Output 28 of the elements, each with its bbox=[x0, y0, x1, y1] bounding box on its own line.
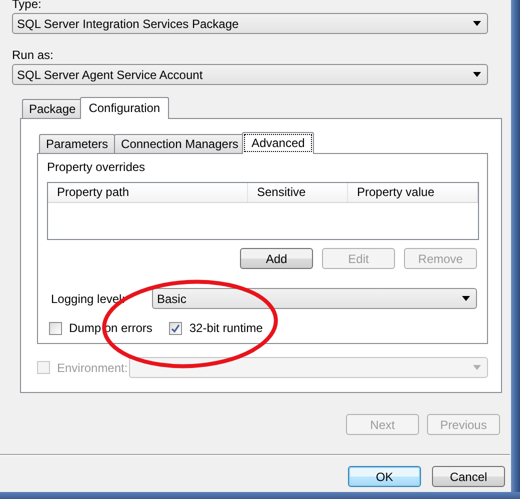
field-label: Run as: bbox=[12, 48, 54, 62]
tab[interactable]: Package bbox=[22, 99, 83, 118]
type-dropdown[interactable]: SQL Server Integration Services Package bbox=[12, 13, 488, 34]
column-header[interactable]: Sensitive bbox=[248, 183, 348, 202]
logging-level-dropdown[interactable]: Basic bbox=[152, 288, 477, 309]
dropdown-arrow-icon bbox=[473, 72, 481, 77]
section-label: Property overrides bbox=[47, 160, 146, 174]
tab[interactable]: Configuration bbox=[80, 97, 170, 119]
dropdown-arrow-icon bbox=[473, 21, 481, 26]
run-as-dropdown[interactable]: SQL Server Agent Service Account bbox=[12, 64, 488, 85]
property-list[interactable]: Property path Sensitive Property value bbox=[47, 182, 479, 240]
list-button[interactable]: Add bbox=[240, 248, 313, 269]
tab[interactable]: Parameters bbox=[39, 134, 116, 153]
checkbox[interactable] bbox=[169, 322, 182, 334]
checkbox-label: Environment: bbox=[57, 360, 128, 374]
tab[interactable]: Advanced bbox=[242, 132, 314, 154]
checkbox[interactable] bbox=[49, 322, 62, 334]
combo-value: Basic bbox=[157, 292, 186, 306]
dialog-button[interactable]: Cancel bbox=[432, 466, 505, 487]
combo-value: SQL Server Agent Service Account bbox=[17, 68, 203, 82]
dropdown-arrow-icon bbox=[462, 296, 470, 301]
column-header[interactable]: Property path bbox=[48, 183, 248, 202]
combo-value: SQL Server Integration Services Package bbox=[17, 16, 239, 30]
dialog-button[interactable]: OK bbox=[348, 466, 421, 487]
field-label: Type: bbox=[12, 0, 42, 11]
checkbox-label: 32-bit runtime bbox=[189, 321, 263, 335]
column-header[interactable]: Property value bbox=[348, 183, 478, 202]
dropdown-arrow-icon bbox=[473, 365, 481, 370]
